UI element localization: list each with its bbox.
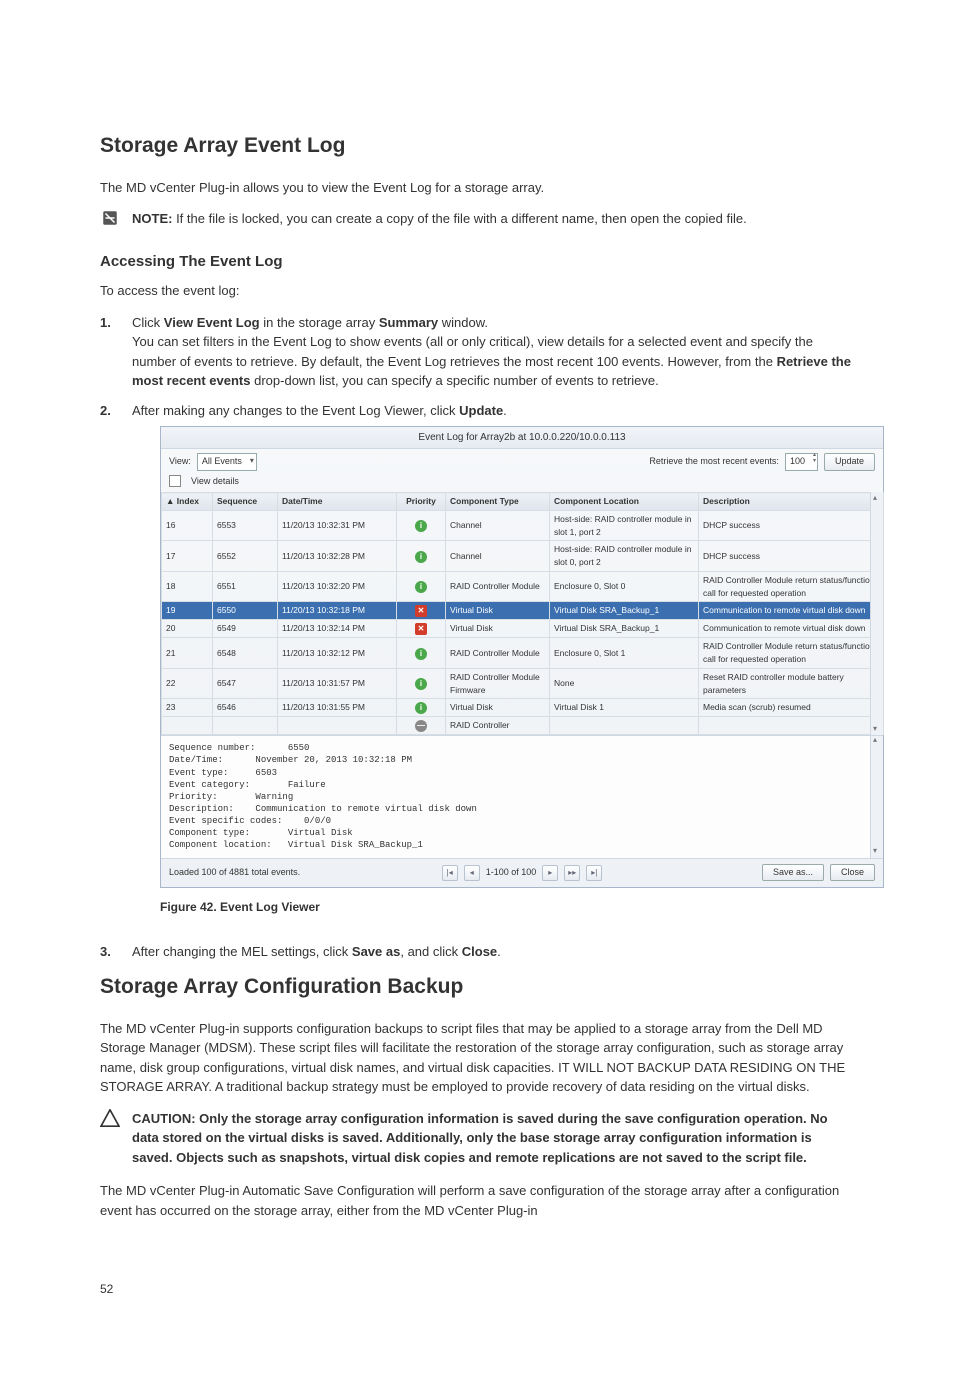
col-component-location[interactable]: Component Location bbox=[550, 493, 699, 511]
grid-scrollbar[interactable] bbox=[870, 492, 883, 735]
close-button[interactable]: Close bbox=[830, 864, 875, 882]
table-row[interactable]: 21654811/20/13 10:32:12 PMiRAID Controll… bbox=[162, 638, 884, 669]
info-icon: i bbox=[415, 678, 427, 690]
details-scrollbar[interactable] bbox=[870, 736, 883, 857]
caution-text: CAUTION: Only the storage array configur… bbox=[132, 1109, 854, 1168]
event-details-pane: Sequence number: 6550 Date/Time: Novembe… bbox=[161, 735, 883, 857]
figure-caption: Figure 42. Event Log Viewer bbox=[160, 898, 884, 916]
save-as-button[interactable]: Save as... bbox=[762, 864, 824, 882]
loaded-status: Loaded 100 of 4881 total events. bbox=[169, 866, 300, 880]
table-row[interactable]: 18655111/20/13 10:32:20 PMiRAID Controll… bbox=[162, 571, 884, 602]
critical-icon: ✕ bbox=[415, 623, 427, 635]
pager-last[interactable]: ▸| bbox=[586, 865, 602, 881]
update-button[interactable]: Update bbox=[824, 453, 875, 471]
col-datetime[interactable]: Date/Time bbox=[278, 493, 397, 511]
step-number: 3. bbox=[100, 942, 118, 962]
table-row[interactable]: —RAID Controller bbox=[162, 717, 884, 735]
note-icon bbox=[100, 209, 120, 229]
col-index[interactable]: ▲ Index bbox=[162, 493, 213, 511]
view-details-label: View details bbox=[191, 475, 239, 489]
info-icon: i bbox=[415, 551, 427, 563]
table-row[interactable]: 16655311/20/13 10:32:31 PMiChannelHost-s… bbox=[162, 510, 884, 541]
step-1: Click View Event Log in the storage arra… bbox=[132, 313, 854, 391]
retrieve-label: Retrieve the most recent events: bbox=[649, 455, 779, 469]
critical-icon: ✕ bbox=[415, 605, 427, 617]
table-row[interactable]: 19655011/20/13 10:32:18 PM✕Virtual DiskV… bbox=[162, 602, 884, 620]
icon: — bbox=[415, 720, 427, 732]
step-number: 2. bbox=[100, 401, 118, 932]
step-number: 1. bbox=[100, 313, 118, 391]
auto-save-paragraph: The MD vCenter Plug-in Automatic Save Co… bbox=[100, 1181, 854, 1220]
table-row[interactable]: 23654611/20/13 10:31:55 PMiVirtual DiskV… bbox=[162, 699, 884, 717]
note-text: NOTE: If the file is locked, you can cre… bbox=[132, 209, 854, 229]
heading-accessing: Accessing The Event Log bbox=[100, 251, 854, 274]
col-priority[interactable]: Priority bbox=[397, 493, 446, 511]
window-title: Event Log for Array2b at 10.0.0.220/10.0… bbox=[161, 427, 883, 449]
access-intro: To access the event log: bbox=[100, 281, 854, 301]
step-2: After making any changes to the Event Lo… bbox=[132, 401, 884, 932]
retrieve-count-input[interactable]: 100 bbox=[785, 453, 818, 471]
table-row[interactable]: 20654911/20/13 10:32:14 PM✕Virtual DiskV… bbox=[162, 620, 884, 638]
step-3: After changing the MEL settings, click S… bbox=[132, 942, 854, 962]
col-component-type[interactable]: Component Type bbox=[446, 493, 550, 511]
table-row[interactable]: 22654711/20/13 10:31:57 PMiRAID Controll… bbox=[162, 668, 884, 699]
view-select[interactable]: All Events bbox=[197, 453, 257, 471]
pager-next[interactable]: ▸ bbox=[542, 865, 558, 881]
pager-range: 1-100 of 100 bbox=[486, 866, 537, 880]
view-details-checkbox[interactable] bbox=[169, 475, 181, 487]
event-log-screenshot: Event Log for Array2b at 10.0.0.220/10.0… bbox=[160, 426, 884, 888]
heading-config-backup: Storage Array Configuration Backup bbox=[100, 971, 854, 1003]
intro-paragraph: The MD vCenter Plug-in allows you to vie… bbox=[100, 178, 854, 198]
col-sequence[interactable]: Sequence bbox=[213, 493, 278, 511]
info-icon: i bbox=[415, 520, 427, 532]
pager-prev[interactable]: ◂ bbox=[464, 865, 480, 881]
backup-paragraph: The MD vCenter Plug-in supports configur… bbox=[100, 1019, 854, 1097]
caution-icon bbox=[100, 1109, 120, 1168]
view-label: View: bbox=[169, 455, 191, 469]
table-row[interactable]: 17655211/20/13 10:32:28 PMiChannelHost-s… bbox=[162, 541, 884, 572]
pager-first[interactable]: |◂ bbox=[442, 865, 458, 881]
event-grid: ▲ Index Sequence Date/Time Priority Comp… bbox=[161, 492, 884, 735]
info-icon: i bbox=[415, 648, 427, 660]
col-description[interactable]: Description bbox=[699, 493, 884, 511]
info-icon: i bbox=[415, 581, 427, 593]
page-number: 52 bbox=[100, 1280, 854, 1298]
pager-next2[interactable]: ▸▸ bbox=[564, 865, 580, 881]
heading-event-log: Storage Array Event Log bbox=[100, 130, 854, 162]
info-icon: i bbox=[415, 702, 427, 714]
